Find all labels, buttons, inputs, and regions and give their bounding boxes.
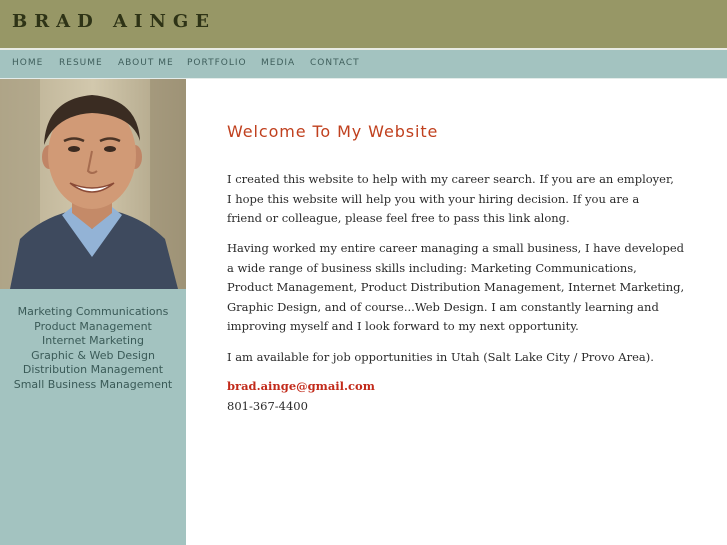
skill-item: Graphic & Web Design	[31, 348, 155, 362]
intro-paragraph: I created this website to help with my c…	[227, 170, 674, 229]
availability-paragraph: I am available for job opportunities in …	[227, 348, 654, 368]
page-title: Welcome To My Website	[227, 122, 439, 141]
top-navigation: HOME RESUME ABOUT ME PORTFOLIO MEDIA CON…	[0, 50, 727, 78]
nav-about-me-link[interactable]: ABOUT ME	[118, 58, 174, 68]
nav-home-link[interactable]: HOME	[12, 58, 43, 68]
paragraph-line: Product Management, Product Distribution…	[227, 280, 685, 294]
paragraph-line: Having worked my entire career managing …	[227, 241, 684, 255]
site-title: BRAD AINGE	[12, 11, 216, 32]
nav-resume-link[interactable]: RESUME	[59, 58, 103, 68]
paragraph-line: friend or colleague, please feel free to…	[227, 211, 570, 225]
email-link[interactable]: brad.ainge@gmail.com	[227, 379, 375, 393]
skills-list: Marketing Communications Product Managem…	[0, 305, 186, 393]
paragraph-line: I created this website to help with my c…	[227, 172, 674, 186]
skill-item: Internet Marketing	[42, 334, 144, 348]
nav-portfolio-link[interactable]: PORTFOLIO	[187, 58, 247, 68]
skill-item: Product Management	[34, 319, 152, 333]
paragraph-line: I am available for job opportunities in …	[227, 350, 654, 364]
sidebar: Marketing Communications Product Managem…	[0, 79, 186, 545]
skill-item: Small Business Management	[13, 377, 173, 391]
paragraph-line: Graphic Design, and of course...Web Desi…	[227, 299, 659, 314]
paragraph-line: a wide range of business skills includin…	[227, 260, 637, 275]
paragraph-line: improving myself and I look forward to m…	[227, 319, 579, 333]
experience-paragraph: Having worked my entire career managing …	[227, 239, 685, 337]
nav-contact-link[interactable]: CONTACT	[310, 58, 360, 68]
phone-number: 801-367-4400	[227, 399, 308, 413]
site-header: BRAD AINGE	[0, 0, 727, 48]
portrait-photo	[0, 79, 186, 289]
nav-media-link[interactable]: MEDIA	[261, 58, 295, 68]
paragraph-line: I hope this website will help you with y…	[227, 191, 640, 206]
skill-item: Distribution Management	[22, 363, 164, 377]
skill-item: Marketing Communications	[17, 305, 169, 318]
